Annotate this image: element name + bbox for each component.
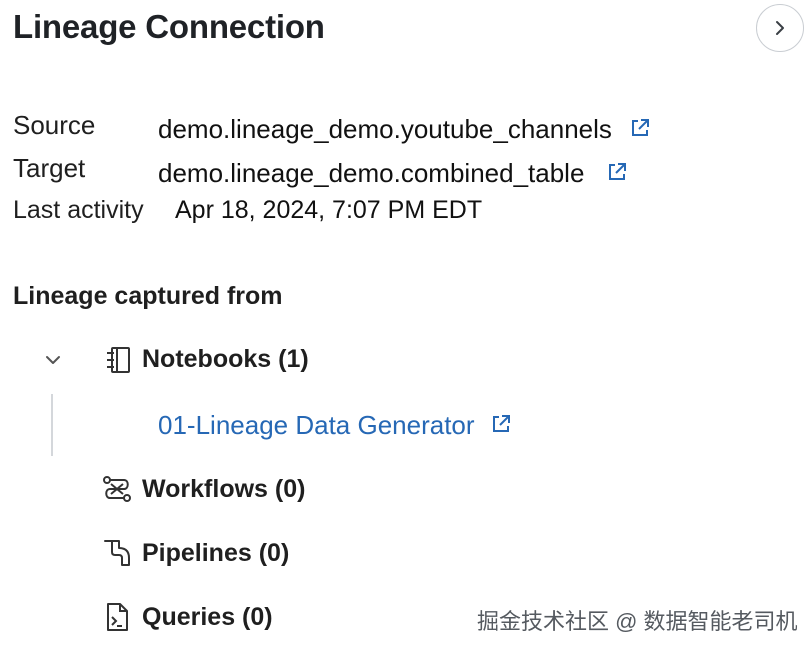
query-icon xyxy=(107,603,128,631)
pipelines-group[interactable]: Pipelines (0) xyxy=(102,538,289,568)
notebooks-group[interactable]: Notebooks (1) xyxy=(44,345,309,374)
queries-group[interactable]: Queries (0) xyxy=(102,602,273,632)
queries-label: Queries (0) xyxy=(142,602,273,631)
expand-button[interactable] xyxy=(756,4,804,52)
external-link-icon[interactable] xyxy=(629,117,651,139)
external-link-icon[interactable] xyxy=(490,413,512,435)
workflows-label: Workflows (0) xyxy=(142,474,306,503)
source-label: Source xyxy=(13,110,96,140)
chevron-down-icon[interactable] xyxy=(44,354,62,366)
target-value[interactable]: demo.lineage_demo.combined_table xyxy=(158,158,628,189)
tree-connector xyxy=(51,394,53,456)
external-link-icon[interactable] xyxy=(606,161,628,183)
workflow-icon xyxy=(103,476,131,502)
source-value[interactable]: demo.lineage_demo.youtube_channels xyxy=(158,114,651,145)
activity-label: Last activity xyxy=(13,196,144,224)
target-table-name: demo.lineage_demo.combined_table xyxy=(158,158,585,188)
notebook-icon xyxy=(107,346,130,373)
notebook-link[interactable]: 01-Lineage Data Generator xyxy=(158,410,512,441)
source-table-name: demo.lineage_demo.youtube_channels xyxy=(158,114,612,144)
pipelines-label: Pipelines (0) xyxy=(142,538,290,567)
lineage-section-title: Lineage captured from xyxy=(13,282,283,310)
notebooks-label: Notebooks (1) xyxy=(142,345,309,373)
watermark-text: 掘金技术社区 @ 数据智能老司机 xyxy=(477,609,798,634)
chevron-right-icon xyxy=(776,21,784,35)
workflows-group[interactable]: Workflows (0) xyxy=(102,474,305,504)
pipeline-icon xyxy=(104,540,130,566)
activity-value: Apr 18, 2024, 7:07 PM EDT xyxy=(175,196,483,224)
page-title: Lineage Connection xyxy=(13,8,325,45)
target-label: Target xyxy=(13,153,86,183)
notebook-link-text: 01-Lineage Data Generator xyxy=(158,410,475,440)
